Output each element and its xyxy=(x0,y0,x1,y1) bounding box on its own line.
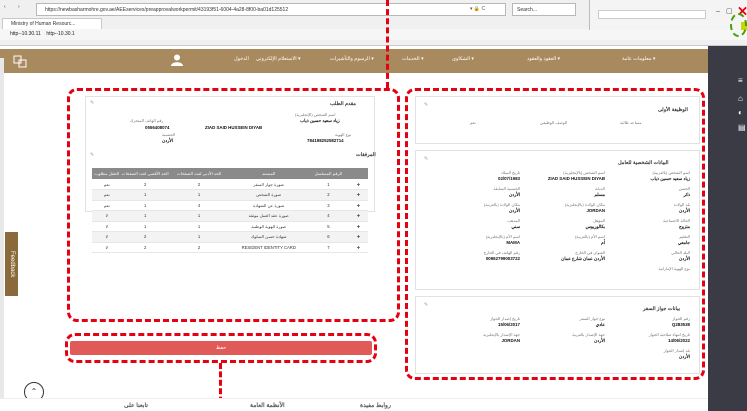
annotation-submit-box xyxy=(65,333,377,363)
nav-login[interactable]: الدخول xyxy=(234,56,249,62)
browser-search-input[interactable]: Search... xyxy=(512,3,576,16)
footer-links: روابط مفيدة xyxy=(360,403,391,409)
nav-e-inquiry[interactable]: الاستعلام الإلكتروني ▾ xyxy=(256,56,301,62)
footer-follow: تابعنا على xyxy=(124,403,148,409)
forward-icon[interactable]: › xyxy=(18,4,20,10)
nav-fees[interactable]: الرسوم والتأشيرات ▾ xyxy=(330,56,374,62)
annotation-left-box xyxy=(67,88,400,322)
page-scrollbar[interactable] xyxy=(0,58,4,408)
feedback-tab[interactable]: Feedback xyxy=(5,232,18,296)
user-icon[interactable] xyxy=(170,53,184,67)
footer-systems: الأنظمة العامة xyxy=(250,403,285,409)
back-icon[interactable]: ‹ xyxy=(4,4,6,10)
favorites-bar: http--10.30.11 http--10.30.1 xyxy=(0,29,747,40)
nav-complaints[interactable]: الشكاوى ▾ xyxy=(452,56,474,62)
address-bar[interactable]: https://newbasharmohre.gov.ae/AEEservice… xyxy=(36,3,506,16)
highlight-circle xyxy=(730,13,747,37)
nav-contracts[interactable]: العقود والعقود ▾ xyxy=(527,56,560,62)
list-icon[interactable]: ▤ xyxy=(738,123,746,132)
annotation-right-box xyxy=(405,88,705,380)
nav-services[interactable]: الخدمات ▾ xyxy=(402,56,424,62)
footer xyxy=(0,398,708,411)
browser-tab[interactable]: Ministry of Human Resourc... xyxy=(2,18,102,29)
second-window-address[interactable] xyxy=(598,10,706,19)
logo xyxy=(0,49,44,73)
settings-icon[interactable]: ◐ xyxy=(738,108,743,117)
menu-icon[interactable]: ≡ xyxy=(738,76,743,85)
nav-general-info[interactable]: معلومات عامة ▾ xyxy=(622,56,655,62)
favorite-link-2[interactable]: http--10.30.1 xyxy=(46,31,74,37)
minimize-icon[interactable]: – xyxy=(716,8,720,15)
maximize-icon[interactable]: ▢ xyxy=(726,7,733,15)
home-icon[interactable]: ⌂ xyxy=(738,94,743,103)
annotation-line-top xyxy=(386,0,389,88)
lock-refresh-icons[interactable]: ▾ 🔒 C xyxy=(470,3,510,15)
favorite-link-1[interactable]: http--10.30.11 xyxy=(10,31,41,37)
